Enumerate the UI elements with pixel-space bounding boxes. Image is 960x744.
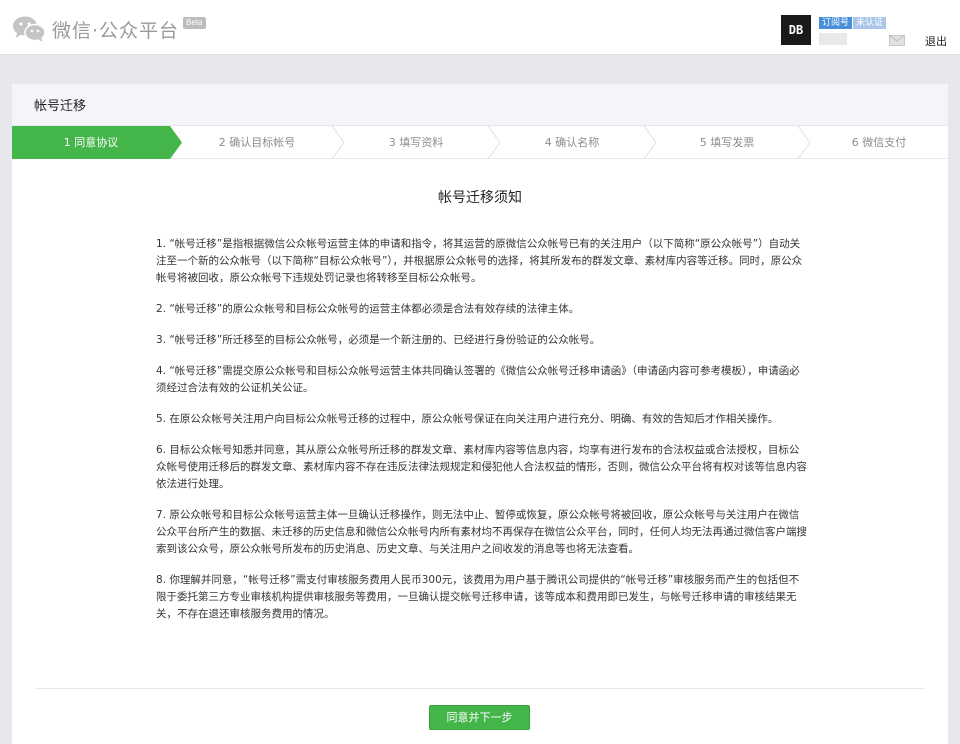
step-separator-icon	[488, 126, 500, 159]
auth-status-badge: 未认证	[853, 17, 887, 29]
account-type-badge: 订阅号	[819, 17, 853, 29]
step-separator-icon	[644, 126, 656, 159]
agreement-item: 2. “帐号迁移”的原公众帐号和目标公众帐号的运营主体都必须是合法有效存续的法律…	[156, 303, 580, 315]
step-1: 1 同意协议	[63, 136, 119, 149]
wechat-logo-icon	[13, 16, 46, 42]
step-4: 4 确认名称	[544, 136, 600, 149]
divider	[35, 688, 925, 689]
agreement-item: 3. “帐号迁移”所迁移至的目标公众帐号，必须是一个新注册的、已经进行身份验证的…	[156, 334, 601, 346]
step-2: 2 确认目标帐号	[218, 136, 296, 149]
agreement-item: 6. 目标公众帐号知悉并同意，其从原公众帐号所迁移的群发文章、素材库内容等信息内…	[156, 444, 807, 490]
progress-steps: 1 同意协议 2 确认目标帐号 3 填写资料 4 确认名称 5 填写发票 6 微…	[12, 126, 948, 159]
step-separator-icon	[798, 126, 810, 159]
agreement-item: 4. “帐号迁移”需提交原公众帐号和目标公众帐号运营主体共同确认签署的《微信公众…	[156, 365, 800, 394]
main-panel: 帐号迁移 1 同意协议 2 确认目标帐号 3 填写资料 4 确认名称 5 填写发…	[12, 84, 948, 744]
top-bar: 微信·公众平台 Beta DB 订阅号 未认证 退出	[0, 0, 960, 55]
logo[interactable]: 微信·公众平台 Beta	[12, 14, 206, 44]
section-title-text: 帐号迁移	[34, 99, 87, 114]
account-name-blurred[interactable]	[819, 33, 847, 45]
step-3: 3 填写资料	[388, 136, 444, 149]
agreement-item: 8. 你理解并同意，“帐号迁移”需支付审核服务费用人民币300元，该费用为用户基…	[156, 574, 800, 620]
doc-title: 帐号迁移须知	[438, 190, 522, 206]
agree-next-button[interactable]: 同意并下一步	[429, 705, 530, 730]
mail-icon[interactable]	[889, 35, 905, 46]
agreement-item: 1. “帐号迁移”是指根据微信公众帐号运营主体的申请和指令，将其运营的原微信公众…	[156, 238, 803, 284]
step-6: 6 微信支付	[851, 136, 907, 149]
section-title: 帐号迁移	[12, 84, 948, 126]
beta-badge: Beta	[183, 17, 206, 29]
logout-link[interactable]: 退出	[925, 33, 947, 49]
avatar[interactable]: DB	[781, 15, 811, 45]
agreement-text: 1. “帐号迁移”是指根据微信公众帐号运营主体的申请和指令，将其运营的原微信公众…	[156, 236, 808, 637]
step-separator-icon	[332, 126, 344, 159]
agreement-item: 5. 在原公众帐号关注用户向目标公众帐号迁移的过程中，原公众帐号保证在向关注用户…	[156, 413, 779, 425]
agreement-item: 7. 原公众帐号和目标公众帐号运营主体一旦确认迁移操作，则无法中止、暂停或恢复，…	[156, 509, 807, 555]
step-5: 5 填写发票	[699, 136, 755, 149]
logo-text: 微信·公众平台	[52, 19, 180, 42]
